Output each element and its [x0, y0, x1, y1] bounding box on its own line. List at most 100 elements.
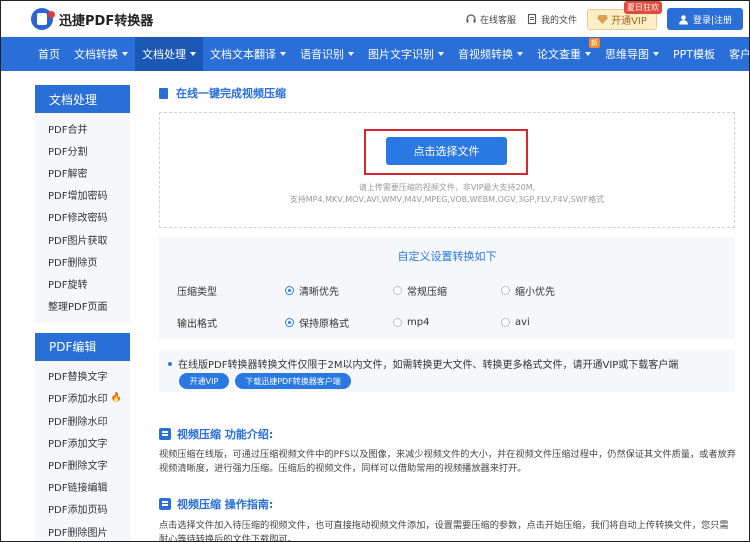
login-register-button[interactable]: 登录|注册 — [667, 8, 743, 30]
nav-item-label: 客户端 — [729, 48, 750, 61]
sidebar-item-group2_items-6[interactable]: PDF添加页码 — [35, 498, 130, 520]
open-vip-pill-button[interactable]: 开通VIP — [179, 373, 229, 389]
chevron-down-icon — [517, 52, 523, 56]
open-vip-label: 开通VIP — [611, 15, 647, 27]
nav-item-4[interactable]: 语音识别 — [293, 37, 361, 71]
login-register-label: 登录|注册 — [692, 15, 733, 26]
settings-panel: 自定义设置转换如下 压缩类型 清晰优先 常规压缩 缩小优先 输出格式 保持原格式… — [159, 237, 735, 339]
nav-item-3[interactable]: 文档文本翻译 — [203, 37, 293, 71]
nav-item-label: 文档文本翻译 — [210, 48, 276, 61]
nav-item-10[interactable]: 客户端 — [722, 37, 750, 71]
nav-item-8[interactable]: 思维导图 — [598, 37, 666, 71]
sidebar-item-group1_items-0[interactable]: PDF合并 — [35, 117, 130, 139]
upload-dropzone[interactable]: 点击选择文件 请上传需要压缩的视频文件，非VIP最大支持20M, 支持MP4,M… — [159, 112, 735, 228]
nav-item-5[interactable]: 图片文字识别 — [361, 37, 451, 71]
section-title-text: 在线一键完成视频压缩 — [176, 87, 286, 100]
output-format-label: 输出格式 — [177, 319, 217, 330]
sidebar-group-doc-processing: 文档处理 — [35, 85, 130, 113]
list-icon — [159, 498, 171, 510]
sidebar-item-group1_items-2[interactable]: PDF解密 — [35, 161, 130, 183]
logo-icon — [31, 8, 55, 30]
file-icon — [527, 13, 537, 25]
my-files-link[interactable]: 我的文件 — [526, 13, 577, 26]
limit-notice: 在线版PDF转换器转换文件仅限于2M以内文件，如需转换更大文件、转换更多格式文件… — [159, 350, 735, 392]
sidebar-item-group2_items-3[interactable]: PDF添加文字 — [35, 431, 130, 453]
sidebar-item-group1_items-1[interactable]: PDF分割 — [35, 139, 130, 161]
main-content: 在线一键完成视频压缩 点击选择文件 请上传需要压缩的视频文件，非VIP最大支持2… — [159, 85, 739, 392]
sidebar-item-group2_items-2[interactable]: PDF删除水印 — [35, 409, 130, 431]
nav-item-label: 语音识别 — [300, 48, 344, 61]
format-option-mp4[interactable]: mp4 — [393, 317, 501, 328]
customer-service-link[interactable]: 在线客服 — [465, 13, 516, 26]
radio-icon — [501, 286, 510, 295]
upload-hint-size: 请上传需要压缩的视频文件，非VIP最大支持20M, — [358, 183, 536, 192]
sidebar-item-group2_items-0[interactable]: PDF替换文字 — [35, 365, 130, 387]
nav-item-label: 音视频转换 — [458, 48, 513, 61]
sidebar-item-group1_items-4[interactable]: PDF修改密码 — [35, 206, 130, 228]
sidebar-item-group2_items-1[interactable]: PDF添加水印 🔥 — [35, 387, 130, 409]
sidebar-item-group1_items-6[interactable]: PDF删除页 — [35, 250, 130, 272]
nav-item-2[interactable]: 文档处理 — [135, 37, 203, 71]
nav-item-6[interactable]: 音视频转换 — [451, 37, 530, 71]
compress-type-row: 压缩类型 清晰优先 常规压缩 缩小优先 — [177, 283, 609, 298]
guide-paragraph: 点击选择文件加入待压缩的视频文件，也可直接拖动视频文件添加，设置需要压缩的参数，… — [159, 520, 729, 542]
nav-item-label: 论文查重 — [537, 48, 581, 61]
upload-hint-formats: 支持MP4,MKV,MOV,AVI,WMV,M4V,MPEG,VOB,WEBM,… — [289, 195, 605, 204]
format-option-avi[interactable]: avi — [501, 317, 609, 328]
chevron-down-icon — [190, 52, 196, 56]
nav-item-9[interactable]: PPT模板 — [666, 37, 722, 71]
intro-paragraph: 视频压缩在线版，可通过压缩视频文件中的PFS以及图像，来减少视频文件的大小，并在… — [159, 449, 736, 474]
brand-logo[interactable]: 迅捷PDF转换器 — [31, 8, 153, 30]
vip-promo-badge: 夏日狂欢 — [624, 1, 662, 14]
nav-item-0[interactable]: 首页 — [31, 37, 67, 71]
output-format-row: 输出格式 保持原格式 mp4 avi — [177, 315, 609, 330]
settings-title: 自定义设置转换如下 — [397, 250, 497, 263]
radio-icon — [285, 318, 294, 327]
notice-text: 在线版PDF转换器转换文件仅限于2M以内文件，如需转换更大文件、转换更多格式文件… — [178, 360, 679, 371]
intro-heading: 视频压缩 功能介绍: — [159, 426, 273, 442]
nav-item-label: 文档处理 — [142, 48, 186, 61]
compress-type-label: 压缩类型 — [177, 287, 217, 298]
sidebar-item-group2_items-7[interactable]: PDF删除图片 — [35, 520, 130, 541]
open-vip-button[interactable]: 夏日狂欢 开通VIP — [587, 1, 662, 30]
chevron-down-icon — [585, 52, 591, 56]
sidebar-item-group2_items-5[interactable]: PDF链接编辑 — [35, 476, 130, 498]
sidebar: 文档处理 PDF合并 PDF分割 PDF解密 PDF增加密码 PDF修改密码 PDF图片获… — [35, 85, 130, 541]
sidebar-item-group1_items-5[interactable]: PDF图片获取 — [35, 228, 130, 250]
sidebar-list-pdf-edit: PDF替换文字 PDF添加水印 🔥 PDF删除水印 PDF添加文字 PDF删除文字 PDF链… — [35, 360, 130, 541]
nav-item-label: 图片文字识别 — [368, 48, 434, 61]
chevron-down-icon — [280, 52, 286, 56]
headset-icon — [466, 14, 476, 23]
download-client-button[interactable]: 下载迅捷PDF转换器客户端 — [235, 373, 351, 389]
nav-item-7[interactable]: 论文查重新 — [530, 37, 600, 71]
top-header: 迅捷PDF转换器 在线客服 我的文件 夏日狂欢 开通VIP 登录|注册 — [1, 1, 749, 37]
sidebar-item-group1_items-7[interactable]: PDF旋转 — [35, 272, 130, 294]
nav-item-label: PPT模板 — [673, 48, 715, 61]
nav-item-label: 思维导图 — [605, 48, 649, 61]
chevron-down-icon — [122, 52, 128, 56]
format-option-original[interactable]: 保持原格式 — [285, 315, 393, 330]
my-files-label: 我的文件 — [540, 15, 577, 26]
nav-item-1[interactable]: 文档转换 — [67, 37, 135, 71]
compress-option-clarity[interactable]: 清晰优先 — [285, 283, 393, 298]
page: 迅捷PDF转换器 在线客服 我的文件 夏日狂欢 开通VIP 登录|注册 首页 文档… — [0, 0, 750, 542]
sidebar-list-doc-processing: PDF合并 PDF分割 PDF解密 PDF增加密码 PDF修改密码 PDF图片获取 PDF删… — [35, 113, 130, 323]
document-icon — [159, 87, 168, 99]
radio-icon — [393, 286, 402, 295]
sidebar-item-group2_items-4[interactable]: PDF删除文字 — [35, 453, 130, 475]
chevron-down-icon — [348, 52, 354, 56]
sidebar-item-group1_items-3[interactable]: PDF增加密码 — [35, 184, 130, 206]
diamond-icon — [597, 15, 609, 24]
choose-file-button[interactable]: 点击选择文件 — [386, 137, 507, 165]
radio-icon — [285, 286, 294, 295]
guide-heading: 视频压缩 操作指南: — [159, 496, 273, 512]
sidebar-group-pdf-edit: PDF编辑 — [35, 332, 130, 361]
section-title: 在线一键完成视频压缩 — [159, 85, 739, 101]
bullet-icon — [168, 361, 172, 366]
fire-icon: 🔥 — [110, 392, 122, 403]
compress-option-smaller[interactable]: 缩小优先 — [501, 283, 609, 298]
chevron-down-icon — [438, 52, 444, 56]
sidebar-item-group1_items-8[interactable]: 整理PDF页面 — [35, 295, 130, 317]
compress-option-normal[interactable]: 常规压缩 — [393, 283, 501, 298]
customer-service-label: 在线客服 — [479, 15, 516, 26]
